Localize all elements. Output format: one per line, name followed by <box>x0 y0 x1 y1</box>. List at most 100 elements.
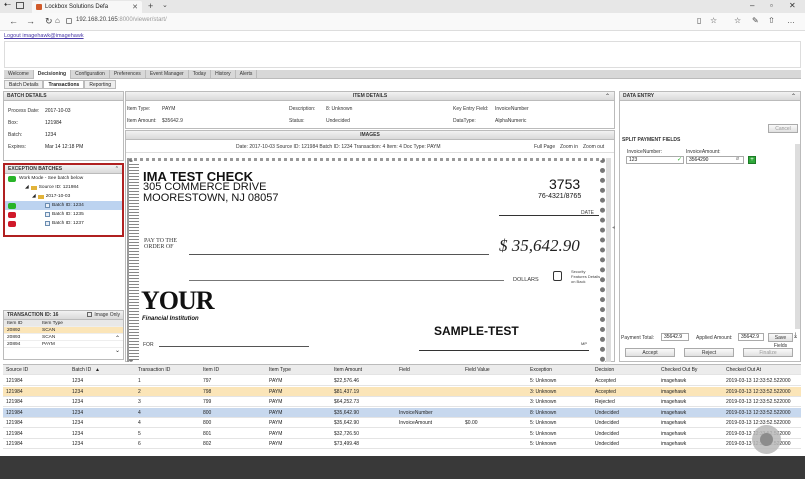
tab-transactions[interactable]: Transactions <box>43 80 85 89</box>
cancel-button[interactable]: Cancel <box>768 124 798 133</box>
tab-reporting[interactable]: Reporting <box>84 80 117 89</box>
status-red-icon <box>8 211 16 218</box>
image-only-toggle[interactable]: Image Only <box>87 311 120 320</box>
col-batch-id[interactable]: Batch ID <box>72 367 91 373</box>
zoom-in-button[interactable]: Zoom in <box>560 144 578 150</box>
col-field-value[interactable]: Field Value <box>465 367 490 373</box>
download-icon[interactable]: ⤓ <box>794 332 797 340</box>
menu-event-manager[interactable]: Event Manager <box>146 70 189 79</box>
logout-link[interactable]: Logout imagehawk@imagehawk <box>4 33 84 39</box>
close-tab-icon[interactable]: ✕ <box>132 3 138 11</box>
table-row[interactable]: 20892 SCAN <box>4 327 123 334</box>
grid-cell: 8: Unknown <box>530 409 557 416</box>
transaction-panel: TRANSACTION ID: 16 Image Only Item ID Ite… <box>3 310 124 360</box>
more-icon[interactable]: … <box>787 16 795 25</box>
share-icon[interactable]: ⇧ <box>768 16 775 25</box>
refresh-icon[interactable]: ↻ <box>45 16 53 27</box>
table-row[interactable]: 121984 1234 4 800 PAYM $35,642.90 InvoiceAmoun… <box>3 418 801 428</box>
favorites-icon[interactable]: ☆ <box>734 16 741 25</box>
col-transaction-id[interactable]: Transaction ID <box>138 367 170 373</box>
table-row[interactable]: 121984 1234 3 799 PAYM $64,252.73 3: Unknown Re… <box>3 397 801 407</box>
grid-cell: 1234 <box>72 378 84 384</box>
scroll-down-icon[interactable]: ⌄ <box>115 347 120 354</box>
batch-node-1234[interactable]: Batch ID: 1234 <box>5 201 122 210</box>
col-exception[interactable]: Exception <box>530 367 552 373</box>
grid-cell: InvoiceNumber <box>399 409 433 416</box>
batch-node-1237[interactable]: Batch ID: 1237 <box>5 219 122 228</box>
col-item-type[interactable]: Item Type <box>269 367 291 373</box>
home-icon[interactable]: ⌂ <box>55 16 60 25</box>
invoice-number-field[interactable]: 123 <box>626 156 684 164</box>
menu-configuration[interactable]: Configuration <box>71 70 110 79</box>
maximize-icon[interactable]: ▫ <box>770 1 773 10</box>
save-fields-button[interactable]: Save Fields <box>768 333 793 349</box>
date-node[interactable]: ◢ 2017-10-03 <box>5 192 122 201</box>
table-row[interactable]: 121984 1234 1 797 PAYM $22,576.46 5: Unknown Ac… <box>3 376 801 386</box>
table-row[interactable]: 121984 1234 4 800 PAYM $35,642.90 InvoiceNumbe… <box>3 407 801 418</box>
col-source-id[interactable]: Source ID <box>6 367 28 373</box>
table-row[interactable]: 121984 1234 2 798 PAYM $81,437.19 3: Unknown Ac… <box>3 386 801 397</box>
favorite-star-icon[interactable]: ☆ <box>710 16 717 25</box>
item-id: 20892 <box>7 328 21 333</box>
browser-tab[interactable]: Lockbox Solutions Defa ✕ <box>32 1 142 13</box>
table-row[interactable]: 20894 PAYM <box>4 341 123 348</box>
menu-preferences[interactable]: Preferences <box>110 70 146 79</box>
table-row[interactable]: 20893 SCAN <box>4 334 123 341</box>
back-icon[interactable]: ← <box>9 16 18 26</box>
collapse-icon[interactable]: ⌃ <box>791 93 796 100</box>
clear-field-icon[interactable]: ø <box>736 156 739 162</box>
payment-total-field[interactable]: 35642.9 <box>661 333 689 341</box>
tab-back-icon[interactable]: ⇠ <box>4 0 11 9</box>
work-mode-row[interactable]: Work Mode - See batch below <box>5 174 122 183</box>
batch-node-1235[interactable]: Batch ID: 1235 <box>5 210 122 219</box>
grid-header-row: Source ID Batch ID ▲ Transaction ID Item… <box>3 365 801 375</box>
menu-today[interactable]: Today <box>189 70 212 79</box>
chevron-down-icon[interactable]: ⌄ <box>162 1 168 9</box>
tab-list-icon[interactable] <box>16 2 24 9</box>
tree-toggle-icon[interactable]: ◢ <box>32 194 36 199</box>
reject-button[interactable]: Reject <box>684 348 734 357</box>
col-item-id[interactable]: Item ID <box>203 367 219 373</box>
applied-amount-field[interactable]: 35642.9 <box>738 333 764 341</box>
col-decision[interactable]: Decision <box>595 367 614 373</box>
menu-history[interactable]: History <box>211 70 236 79</box>
add-row-icon[interactable]: + <box>748 156 756 164</box>
accept-button[interactable]: Accept <box>625 348 675 357</box>
menu-decisioning[interactable]: Decisioning <box>33 70 72 79</box>
table-row[interactable]: 121984 1234 6 802 PAYM $73,499.48 5: Unknown Un… <box>3 439 801 449</box>
reading-view-icon[interactable]: ▯ <box>697 16 701 25</box>
full-page-button[interactable]: Full Page <box>534 144 555 150</box>
menu-alerts[interactable]: Alerts <box>236 70 258 79</box>
image-only-checkbox[interactable] <box>87 311 93 317</box>
scroll-up-icon[interactable]: ⌃ <box>115 335 120 342</box>
col-checked-out-by[interactable]: Checked Out By <box>661 367 697 373</box>
pay-to-line2: ORDER OF <box>144 244 174 250</box>
grid-cell: $0.00 <box>465 420 478 426</box>
close-window-icon[interactable]: ✕ <box>789 1 796 10</box>
col-item-amount[interactable]: Item Amount <box>334 367 362 373</box>
image-scrollbar[interactable] <box>606 158 611 362</box>
sort-asc-icon[interactable]: ▲ <box>95 367 100 373</box>
splitter-handle-icon[interactable]: ◂ <box>612 224 615 231</box>
notes-icon[interactable]: ✎ <box>752 16 759 25</box>
tab-batch-details[interactable]: Batch Details <box>4 80 44 89</box>
col-checked-out-at[interactable]: Checked Out At <box>726 367 761 373</box>
collapse-icon[interactable]: ⌃ <box>605 93 610 100</box>
zoom-out-button[interactable]: Zoom out <box>583 144 604 150</box>
table-row[interactable]: 121984 1234 5 801 PAYM $32,726.50 5: Unknown Un… <box>3 429 801 439</box>
grid-cell: 5: Unknown <box>530 420 557 426</box>
source-node[interactable]: ◢ Source ID: 121984 <box>5 183 122 192</box>
grid-cell: 5: Unknown <box>530 430 557 437</box>
menu-welcome[interactable]: Welcome <box>4 70 34 79</box>
minimize-icon[interactable]: – <box>750 1 754 10</box>
finalize-button[interactable]: Finalize <box>743 348 793 357</box>
forward-icon[interactable]: → <box>26 16 35 26</box>
col-item-id: Item ID <box>7 321 23 326</box>
tree-toggle-icon[interactable]: ◢ <box>25 185 29 190</box>
col-field[interactable]: Field <box>399 367 410 373</box>
new-tab-icon[interactable]: + <box>148 1 153 11</box>
data-entry-scrollbar[interactable] <box>795 144 800 329</box>
url-field[interactable]: 192.168.20.165:8000/viewer/start/ <box>76 17 167 23</box>
page-info-icon[interactable] <box>66 18 72 24</box>
collapse-icon[interactable]: ⌃ <box>115 165 119 173</box>
